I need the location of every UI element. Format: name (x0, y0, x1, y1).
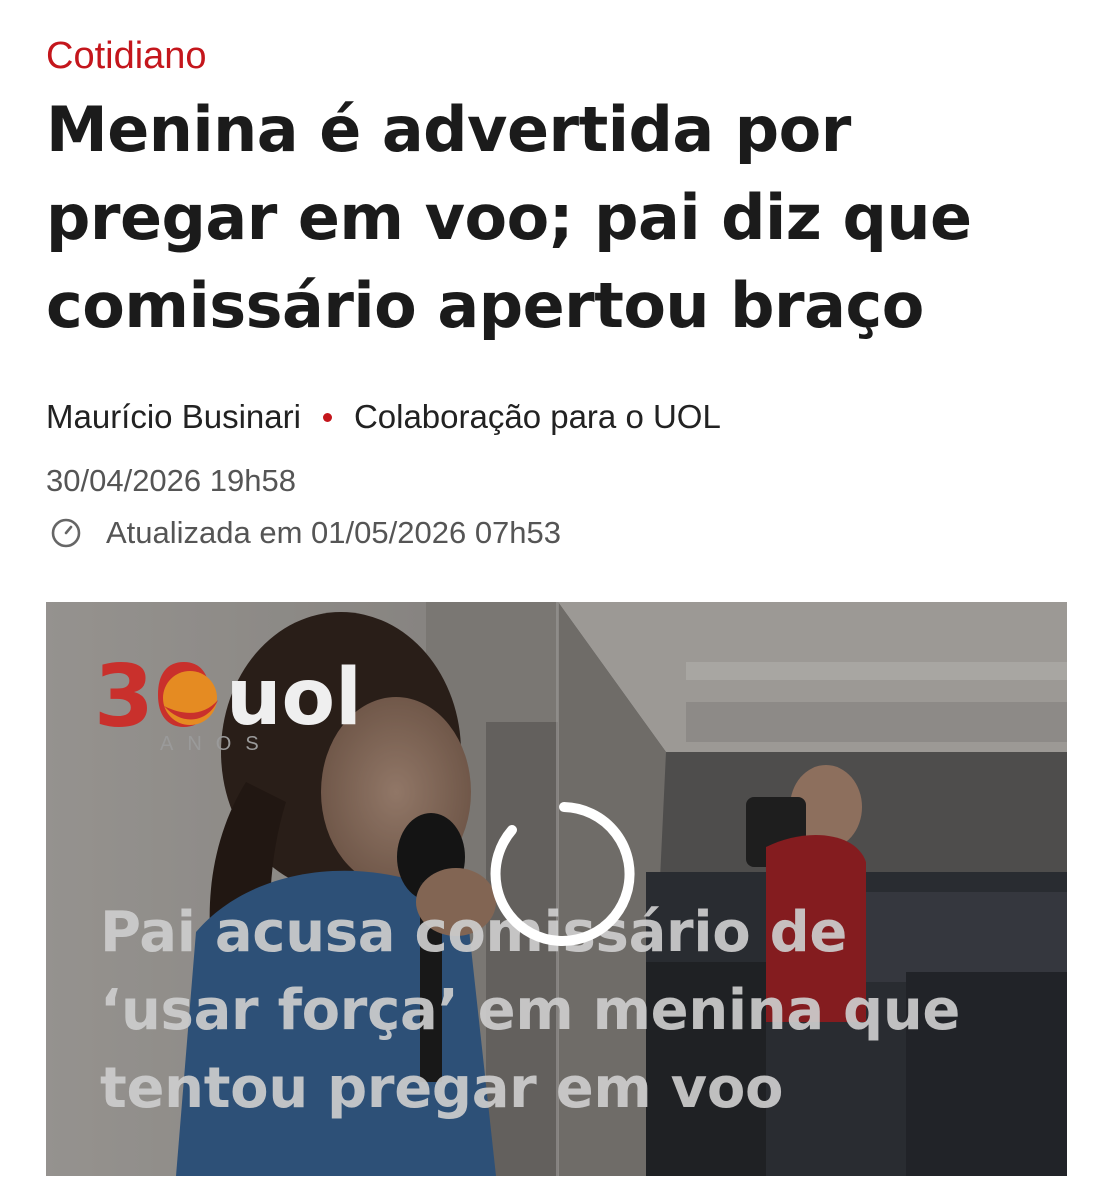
published-date: 30/04/2026 19h58 (46, 463, 296, 498)
headline-line: pregar em voo; pai diz que (46, 181, 972, 254)
clock-icon (46, 513, 86, 553)
author-name[interactable]: Maurício Businari (46, 398, 301, 436)
headline-line: comissário apertou braço (46, 269, 924, 342)
logo-brand: uol (226, 653, 362, 743)
uol-30-anos-logo: 30 uol ANOS (94, 647, 362, 755)
section-link[interactable]: Cotidiano (46, 34, 207, 78)
headline-line: Menina é advertida por (46, 93, 851, 166)
byline: Maurício Businari Colaboração para o UOL (46, 394, 721, 440)
source-label: Colaboração para o UOL (353, 398, 721, 435)
updated-label: Atualizada em 01/05/2026 07h53 (106, 515, 562, 550)
separator-dot (322, 412, 332, 422)
overlay-line: ‘usar força’ em menina que (100, 978, 961, 1043)
video-player[interactable]: 30 uol ANOS Pai acusa comissário de ‘usa… (46, 602, 1067, 1176)
logo-caption: ANOS (160, 733, 273, 755)
updated-date: Atualizada em 01/05/2026 07h53 (46, 513, 561, 553)
overlay-line: tentou pregar em voo (100, 1056, 784, 1121)
loading-spinner-icon (490, 802, 635, 946)
article-headline: Menina é advertida por pregar em voo; pa… (46, 86, 1076, 350)
